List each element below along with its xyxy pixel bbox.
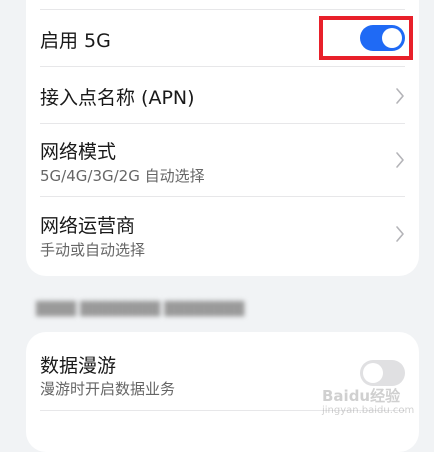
data-roaming-description: 漫游时开启数据业务 xyxy=(40,380,176,398)
chevron-right-icon xyxy=(395,151,405,169)
chevron-right-icon xyxy=(395,225,405,243)
toggle-knob xyxy=(363,363,383,383)
network-operator-row[interactable]: 网络运营商 手动或自动选择 xyxy=(26,197,419,271)
watermark-text: Baidu经验 xyxy=(322,387,401,405)
chevron-right-icon xyxy=(395,87,405,105)
network-mode-label: 网络模式 xyxy=(40,141,117,163)
network-operator-label: 网络运营商 xyxy=(40,215,136,237)
network-operator-value: 手动或自动选择 xyxy=(40,241,146,259)
apn-row[interactable]: 接入点名称 (APN) xyxy=(26,67,419,123)
data-roaming-label: 数据漫游 xyxy=(40,355,117,377)
network-mode-value: 5G/4G/3G/2G 自动选择 xyxy=(40,167,205,185)
annotation-highlight-box xyxy=(319,16,413,60)
redacted-section-header: ████ ████████ ████████ xyxy=(36,302,245,317)
apn-label: 接入点名称 (APN) xyxy=(40,87,195,109)
enable-5g-label: 启用 5G xyxy=(40,30,111,52)
watermark-subtext: jingyan.baidu.com xyxy=(322,405,415,416)
network-mode-row[interactable]: 网络模式 5G/4G/3G/2G 自动选择 xyxy=(26,124,419,196)
data-roaming-toggle[interactable] xyxy=(360,360,405,386)
